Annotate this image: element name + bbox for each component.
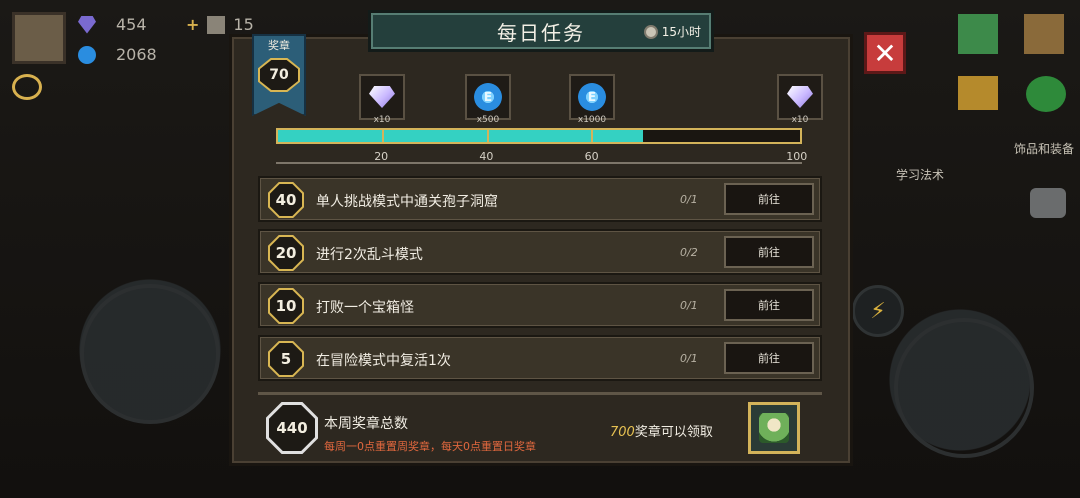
progress-tick (486, 130, 489, 142)
blue-coin-icon: E (578, 83, 606, 111)
task-points-badge: 5 (268, 341, 304, 377)
reset-note: 每周一0点重置周奖章，每天0点重置日奖章 (324, 440, 536, 453)
purple-gem-icon (78, 15, 96, 34)
weekly-claim-text: 700奖章可以领取 (610, 421, 713, 440)
material-resource: + 15 (186, 15, 254, 34)
blue-coin-icon: E (474, 83, 502, 111)
plus-icon[interactable]: + (186, 15, 199, 34)
attack-joystick[interactable] (894, 318, 1034, 458)
learn-spell-label: 学习法术 (896, 168, 945, 182)
lightning-icon: ⚡ (870, 298, 886, 324)
task-name: 单人挑战模式中通关孢子洞窟 (316, 194, 498, 210)
go-button[interactable]: 前往 (724, 342, 814, 374)
weekly-title: 本周奖章总数 (324, 416, 408, 432)
chat-icon[interactable] (1030, 188, 1066, 218)
close-icon: ✕ (873, 36, 897, 70)
coin-resource: 2068 (78, 45, 157, 64)
shop-icon[interactable] (958, 76, 998, 110)
coin-count: 2068 (116, 45, 157, 64)
progress-scale: 20 40 60 100 (276, 150, 807, 166)
gem-count: 454 (116, 15, 147, 34)
task-points-badge: 40 (268, 182, 304, 218)
material-icon (207, 15, 226, 34)
scale-line (276, 162, 802, 164)
diamond-icon (787, 86, 813, 108)
reward-qty-4: x10 (791, 115, 809, 125)
milestone-label: 40 (479, 150, 494, 163)
section-divider (258, 392, 822, 395)
milestone-label: 60 (584, 150, 599, 163)
task-row: 5 在冒险模式中复活1次 0/1 前往 (258, 335, 822, 381)
reward-slot-1[interactable] (359, 74, 405, 120)
menu-list-icon[interactable] (958, 14, 998, 54)
panel-title-bar: 每日任务 15小时 (368, 10, 714, 52)
reward-qty-2: x500 (476, 115, 500, 125)
task-name: 打败一个宝箱怪 (316, 300, 414, 316)
settings-gear-icon[interactable] (1026, 76, 1066, 112)
milestone-label: 20 (374, 150, 389, 163)
reward-qty-3: x1000 (577, 115, 607, 125)
progress-tick (591, 130, 594, 142)
task-row: 20 进行2次乱斗模式 0/2 前往 (258, 229, 822, 275)
task-points: 20 (270, 237, 302, 269)
material-count: 15 (233, 15, 254, 34)
reward-slot-4[interactable] (777, 74, 823, 120)
medal-progress-bar (276, 128, 802, 144)
claim-label: 奖章可以领取 (634, 425, 713, 440)
blue-coin-icon (78, 45, 96, 64)
go-button[interactable]: 前往 (724, 236, 814, 268)
skill-button[interactable]: ⚡ (852, 285, 904, 337)
close-button[interactable]: ✕ (864, 32, 906, 74)
task-points-badge: 10 (268, 288, 304, 324)
claim-amount: 700 (610, 425, 635, 440)
ribbon-label: 奖章 (268, 39, 290, 52)
book-icon[interactable] (1024, 14, 1064, 54)
reward-qty-1: x10 (373, 115, 391, 125)
task-name: 进行2次乱斗模式 (316, 247, 423, 263)
clock-icon (643, 24, 658, 39)
progress-tick (382, 130, 385, 142)
reset-timer-text: 15小时 (661, 25, 701, 39)
task-name: 在冒险模式中复活1次 (316, 353, 451, 369)
panel-title: 每日任务 (497, 20, 585, 45)
task-row: 40 单人挑战模式中通关孢子洞窟 0/1 前往 (258, 176, 822, 222)
weekly-total: 440 (269, 405, 315, 451)
gem-resource: 454 (78, 15, 147, 34)
reward-slot-3[interactable]: E (569, 74, 615, 120)
reward-slot-2[interactable]: E (465, 74, 511, 120)
task-progress: 0/2 (680, 246, 698, 259)
task-progress: 0/1 (680, 193, 698, 206)
task-progress: 0/1 (680, 352, 698, 365)
task-progress: 0/1 (680, 299, 698, 312)
task-row: 10 打败一个宝箱怪 0/1 前往 (258, 282, 822, 328)
task-points-badge: 20 (268, 235, 304, 271)
player-avatar[interactable] (12, 12, 66, 64)
task-points: 40 (270, 184, 302, 216)
ring-icon[interactable] (12, 74, 42, 100)
task-points: 5 (270, 343, 302, 375)
milestone-label: 100 (786, 150, 808, 163)
weekly-reward-chest[interactable] (748, 402, 800, 454)
accessory-equipment-label: 饰品和装备 (1014, 142, 1075, 156)
go-button[interactable]: 前往 (724, 289, 814, 321)
current-medal-count: 70 (260, 60, 298, 90)
character-reward-icon (759, 413, 789, 443)
reset-timer: 15小时 (643, 23, 701, 40)
move-joystick[interactable] (80, 284, 220, 424)
diamond-icon (369, 86, 395, 108)
go-button[interactable]: 前往 (724, 183, 814, 215)
task-points: 10 (270, 290, 302, 322)
